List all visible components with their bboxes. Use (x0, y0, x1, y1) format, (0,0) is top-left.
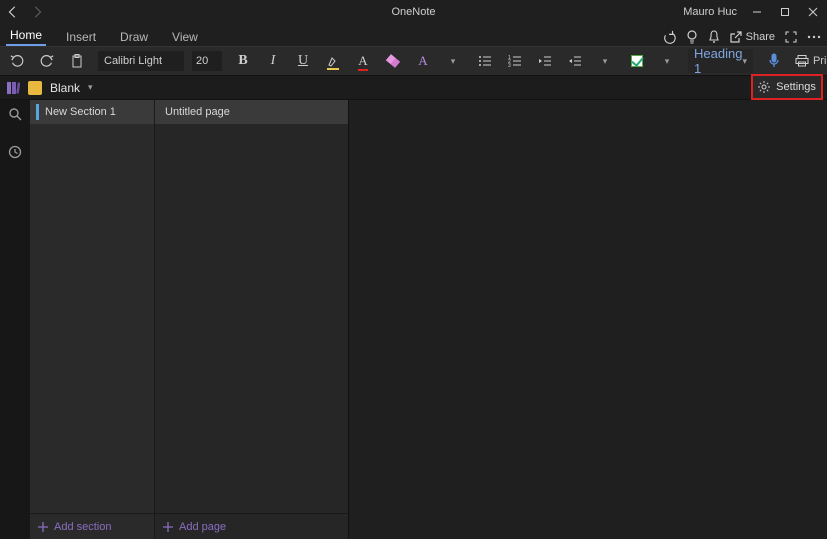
paragraph-more-chevron-icon[interactable]: ▾ (594, 50, 616, 72)
bullet-list-button[interactable] (474, 50, 496, 72)
ribbon: B I U A A ▾ 123 ▾ ▾ Heading 1 ▾ Print (0, 46, 827, 76)
back-icon[interactable] (6, 5, 20, 19)
font-color-button[interactable]: A (352, 50, 374, 72)
redo-button[interactable] (36, 50, 58, 72)
rail-recent-button[interactable] (0, 140, 30, 164)
bell-icon[interactable] (708, 30, 720, 44)
pages-pane: Untitled page Add page (154, 100, 348, 539)
app-title: OneNote (391, 6, 435, 18)
close-button[interactable] (799, 0, 827, 24)
print-button[interactable]: Print (795, 55, 827, 67)
section-color-stripe (36, 104, 39, 120)
ribbon-tabs: Home Insert Draw View Share (0, 24, 827, 46)
rail-search-button[interactable] (0, 102, 30, 126)
more-icon[interactable] (807, 35, 821, 39)
minimize-button[interactable] (743, 0, 771, 24)
title-bar: OneNote Mauro Huc (0, 0, 827, 24)
chevron-down-icon: ▾ (742, 56, 747, 67)
plus-icon (163, 522, 173, 532)
forward-icon[interactable] (30, 5, 44, 19)
notebook-bar: Blank ▾ Settings (0, 76, 827, 100)
tab-view[interactable]: View (168, 28, 202, 46)
tab-home[interactable]: Home (6, 26, 46, 46)
underline-button[interactable]: U (292, 50, 314, 72)
page-canvas[interactable] (348, 100, 827, 539)
tab-insert[interactable]: Insert (62, 28, 100, 46)
notebook-color-icon (28, 81, 42, 95)
font-size-input[interactable] (192, 51, 222, 71)
undo-ribbon-icon[interactable] (662, 30, 676, 44)
undo-button[interactable] (6, 50, 28, 72)
bold-button[interactable]: B (232, 50, 254, 72)
sections-pane: New Section 1 Add section (30, 100, 154, 539)
plus-icon (38, 522, 48, 532)
main-area: New Section 1 Add section Untitled page … (0, 100, 827, 539)
tags-chevron-icon[interactable]: ▾ (656, 50, 678, 72)
tab-draw[interactable]: Draw (116, 28, 152, 46)
print-label: Print (813, 55, 827, 67)
italic-button[interactable]: I (262, 50, 284, 72)
print-icon (795, 55, 809, 67)
notebook-chevron-icon[interactable]: ▾ (88, 82, 93, 93)
indent-button[interactable] (564, 50, 586, 72)
maximize-button[interactable] (771, 0, 799, 24)
user-name[interactable]: Mauro Huc (683, 6, 737, 18)
font-name-input[interactable] (98, 51, 184, 71)
fullscreen-icon[interactable] (785, 31, 797, 43)
font-more-chevron-icon[interactable]: ▾ (442, 50, 464, 72)
settings-menu-item[interactable]: Settings (751, 74, 823, 100)
highlight-button[interactable] (322, 50, 344, 72)
format-eraser-button[interactable] (382, 50, 404, 72)
section-item[interactable]: New Section 1 (30, 100, 154, 124)
add-page-label: Add page (179, 521, 226, 533)
page-label: Untitled page (165, 106, 230, 118)
add-page-button[interactable]: Add page (155, 513, 348, 539)
lightbulb-icon[interactable] (686, 30, 698, 44)
nav-rail (0, 100, 30, 539)
section-label: New Section 1 (45, 106, 116, 118)
share-icon (730, 31, 742, 43)
share-button[interactable]: Share (730, 31, 775, 43)
todo-tag-button[interactable] (626, 50, 648, 72)
add-section-button[interactable]: Add section (30, 513, 154, 539)
settings-label: Settings (776, 81, 816, 93)
text-style-button[interactable]: A (412, 50, 434, 72)
dictate-button[interactable] (763, 50, 785, 72)
add-section-label: Add section (54, 521, 111, 533)
notebooks-icon[interactable] (6, 81, 20, 95)
svg-text:3: 3 (508, 63, 511, 67)
style-select[interactable]: Heading 1 ▾ (688, 49, 753, 73)
page-item[interactable]: Untitled page (155, 100, 348, 124)
style-select-label: Heading 1 (694, 46, 742, 76)
notebook-name[interactable]: Blank (50, 81, 80, 95)
clipboard-button[interactable] (66, 50, 88, 72)
outdent-button[interactable] (534, 50, 556, 72)
share-label: Share (746, 31, 775, 43)
numbered-list-button[interactable]: 123 (504, 50, 526, 72)
gear-icon (758, 81, 770, 93)
